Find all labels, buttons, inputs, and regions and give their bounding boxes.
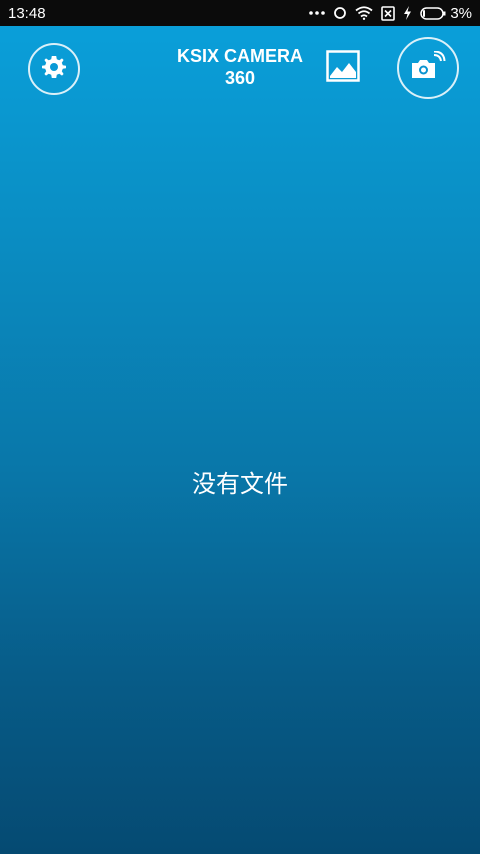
battery-status: 3%: [420, 5, 472, 22]
battery-percent: 3%: [450, 4, 472, 22]
status-icons: 3%: [309, 5, 472, 22]
app-title-line1: KSIX CAMERA: [176, 46, 303, 66]
status-bar: 13:48 3%: [0, 0, 480, 26]
camera-connect-button[interactable]: [397, 37, 459, 99]
app-title-line2: 360: [224, 68, 256, 88]
image-icon: [326, 49, 360, 87]
app-header: KSIX CAMERA 360: [0, 26, 480, 116]
sync-circle-icon: [333, 6, 347, 20]
wifi-icon: [355, 6, 373, 20]
sim-off-icon: [381, 5, 396, 21]
app-title: KSIX CAMERA 360: [160, 45, 320, 89]
status-time: 13:48: [8, 4, 46, 22]
camera-wifi-icon: [410, 50, 446, 86]
charging-icon: [403, 6, 412, 20]
app-screen: 13:48 3% KSIX CAMERA 360 没有文件: [0, 0, 480, 854]
settings-button[interactable]: [28, 43, 80, 95]
more-dots-icon: [309, 10, 326, 16]
gear-icon: [41, 54, 67, 85]
gallery-button[interactable]: [325, 49, 361, 87]
empty-files-message: 没有文件: [192, 470, 288, 498]
battery-icon: [420, 6, 446, 20]
